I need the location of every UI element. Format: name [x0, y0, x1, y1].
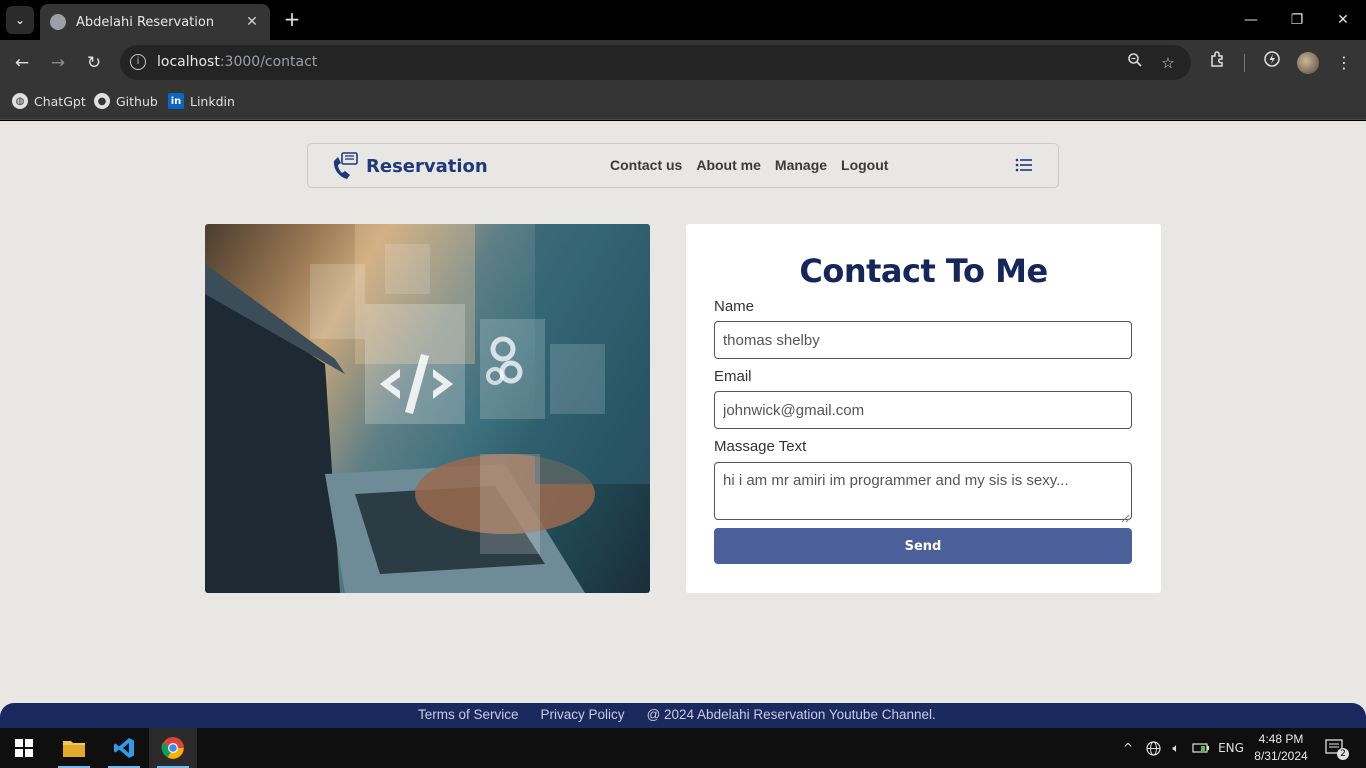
folder-icon [63, 741, 85, 757]
toolbar-divider [1244, 54, 1245, 72]
taskbar-vscode[interactable] [100, 728, 148, 768]
brand[interactable]: Reservation [330, 151, 488, 181]
address-bar[interactable]: i localhost:3000/contact ☆ [120, 45, 1191, 80]
bookmark-linkedin[interactable]: in Linkdin [168, 93, 235, 109]
battery-icon[interactable] [1191, 728, 1211, 768]
nav-manage[interactable]: Manage [775, 157, 827, 173]
url-path: :3000/contact [219, 54, 318, 70]
name-label: Name [714, 298, 755, 315]
bookmark-star-icon[interactable]: ☆ [1156, 51, 1180, 75]
bookmark-label: ChatGpt [34, 93, 86, 109]
nav-about-me[interactable]: About me [696, 157, 761, 173]
message-label: Massage Text [714, 438, 807, 455]
send-button[interactable]: Send [714, 528, 1132, 564]
terms-link[interactable]: Terms of Service [418, 707, 519, 722]
resize-grip-icon[interactable] [1120, 508, 1130, 523]
url-text: localhost:3000/contact [157, 54, 317, 70]
volume-muted-icon[interactable]: 🔈︎ [1167, 728, 1185, 768]
bookmark-github[interactable]: ● Github [94, 93, 158, 109]
site-footer: Terms of Service Privacy Policy @ 2024 A… [0, 703, 1366, 728]
page-content: Reservation Contact us About me Manage L… [0, 121, 1366, 728]
extensions-icon[interactable] [1205, 50, 1231, 76]
reload-button[interactable]: ↻ [81, 50, 107, 76]
notification-count: 2 [1337, 748, 1349, 760]
profile-avatar[interactable] [1297, 52, 1319, 74]
new-tab-button[interactable]: + [280, 8, 304, 32]
system-clock[interactable]: 4:48 PM 8/31/2024 [1250, 731, 1312, 765]
nav-logout[interactable]: Logout [841, 157, 888, 173]
minimize-button[interactable]: — [1228, 8, 1274, 32]
privacy-link[interactable]: Privacy Policy [541, 707, 625, 722]
clock-date: 8/31/2024 [1254, 749, 1308, 763]
tab-title: Abdelahi Reservation [76, 14, 215, 30]
language-indicator[interactable]: ENG [1218, 728, 1244, 768]
bookmark-chatgpt[interactable]: ◍ ChatGpt [12, 93, 86, 109]
tab-search-button[interactable]: ⌄ [6, 6, 34, 34]
laptop-coding-image [205, 224, 650, 593]
browser-toolbar: ← → ↻ i localhost:3000/contact ☆ [0, 40, 1366, 85]
phone-logo-icon [330, 151, 360, 181]
clock-time: 4:48 PM [1258, 732, 1304, 746]
nav-contact-us[interactable]: Contact us [610, 157, 682, 173]
contact-title: Contact To Me [799, 252, 1048, 290]
site-info-icon[interactable]: i [130, 54, 146, 70]
list-menu-icon[interactable] [1015, 157, 1033, 173]
start-button[interactable] [0, 728, 48, 768]
message-textarea[interactable]: hi i am mr amiri im programmer and my si… [714, 462, 1132, 520]
windows-taskbar: ^ 🔈︎ ENG 4:48 PM 8/31/2024 2 [0, 728, 1366, 768]
contact-card: Contact To Me Name Email Massage Text hi… [686, 224, 1161, 593]
tab-close-icon[interactable]: ✕ [244, 14, 260, 30]
zoom-icon[interactable] [1123, 51, 1147, 75]
name-input[interactable] [714, 321, 1132, 359]
copyright-text: @ 2024 Abdelahi Reservation Youtube Chan… [646, 707, 936, 722]
chrome-icon [161, 737, 184, 759]
site-navbar: Reservation Contact us About me Manage L… [307, 143, 1059, 188]
windows-logo-icon [15, 739, 33, 757]
email-label: Email [714, 368, 752, 385]
url-host: localhost [157, 54, 220, 70]
browser-tab[interactable]: Abdelahi Reservation ✕ [40, 4, 270, 40]
tray-overflow-icon[interactable]: ^ [1120, 728, 1136, 768]
back-button[interactable]: ← [9, 50, 35, 76]
restore-button[interactable]: ❐ [1274, 8, 1320, 32]
performance-icon[interactable] [1259, 50, 1285, 76]
more-menu-icon[interactable]: ⋮ [1331, 50, 1357, 76]
globe-icon [50, 14, 66, 30]
browser-tab-strip: ⌄ Abdelahi Reservation ✕ + — ❐ ✕ [0, 0, 1366, 40]
bookmark-label: Linkdin [190, 93, 235, 109]
globe-icon: ◍ [12, 93, 28, 109]
github-icon: ● [94, 93, 110, 109]
taskbar-file-explorer[interactable] [50, 728, 98, 768]
nav-links: Contact us About me Manage Logout [610, 157, 888, 173]
forward-button[interactable]: → [45, 50, 71, 76]
bookmarks-bar: ◍ ChatGpt ● Github in Linkdin [0, 85, 1366, 120]
vscode-icon [114, 738, 134, 758]
notification-center-icon[interactable]: 2 [1322, 728, 1349, 768]
bookmark-label: Github [116, 93, 158, 109]
brand-name: Reservation [366, 155, 488, 177]
footer-links: Terms of Service Privacy Policy @ 2024 A… [418, 707, 936, 722]
linkedin-icon: in [168, 93, 184, 109]
taskbar-chrome[interactable] [149, 728, 197, 768]
close-window-button[interactable]: ✕ [1320, 8, 1366, 32]
email-input[interactable] [714, 391, 1132, 429]
network-globe-icon[interactable] [1144, 728, 1162, 768]
